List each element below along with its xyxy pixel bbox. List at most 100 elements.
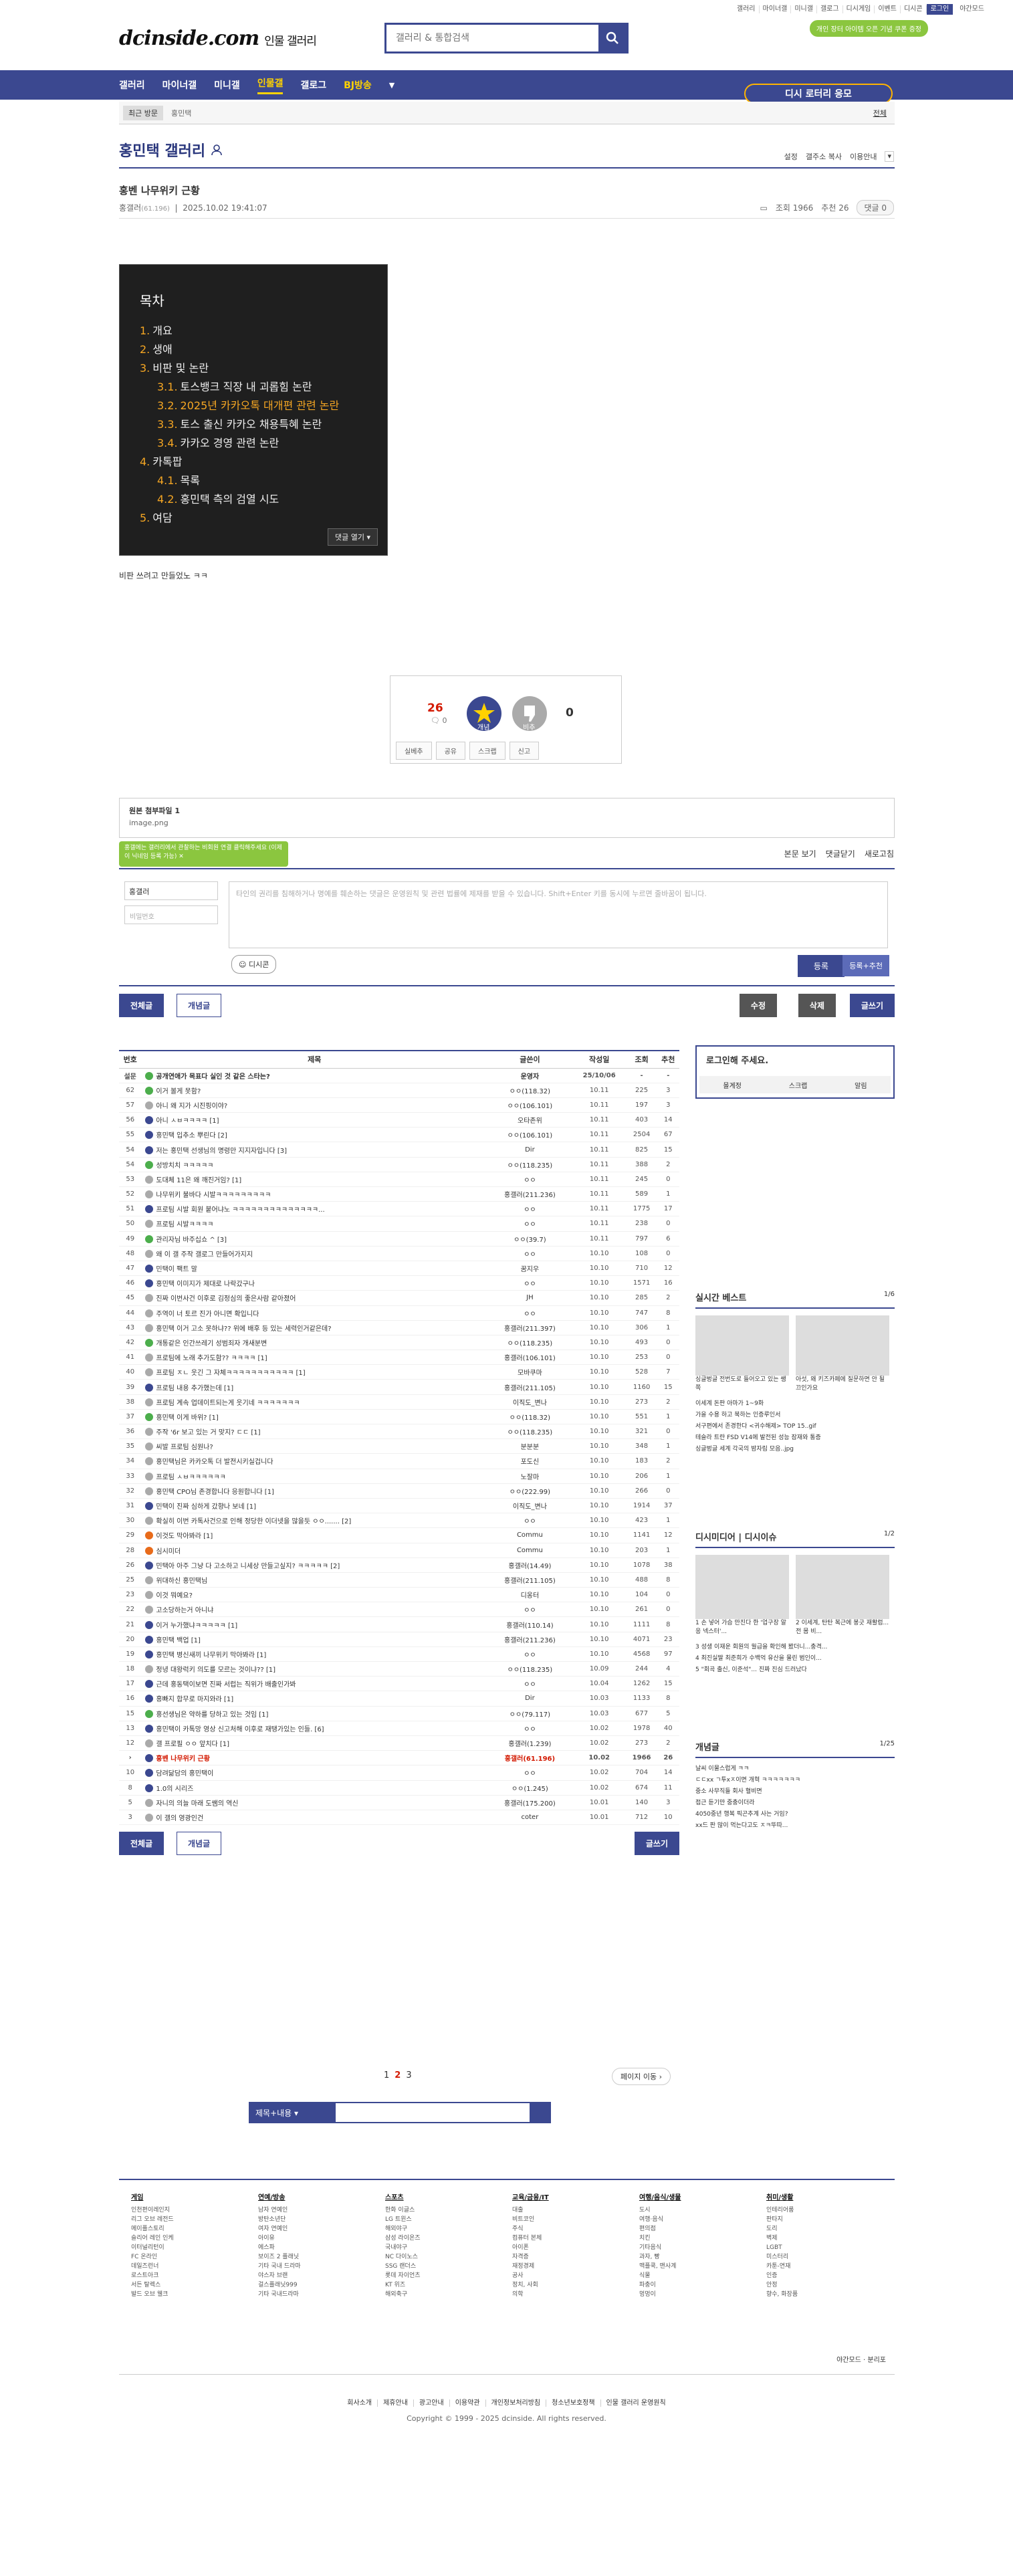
footer-link[interactable]: 인증 (766, 2271, 893, 2280)
row-title[interactable]: 이 갤의 영광인건 (141, 1810, 488, 1826)
best-posts-button[interactable]: 개념글 (177, 994, 222, 1017)
row-writer[interactable]: ㅇㅇ(118.32) (487, 1409, 572, 1425)
dc-media-page[interactable]: 1/2 (884, 1530, 895, 1537)
util-link[interactable]: 미니갤 (791, 5, 817, 13)
table-row[interactable]: 17 근데 홍동택이보면 진짜 서럽는 직위가 배출인가봐 ㅇㅇ 10.04 1262 1… (119, 1676, 679, 1692)
table-row[interactable]: 19 홍민택 병신새끼 나무위키 막아봐라 [1] ㅇㅇ 10.10 4568 97 (119, 1646, 679, 1662)
row-title-text[interactable]: 프로팀 시발 회원 붙어냐노 ㅋㅋㅋㅋㅋㅋㅋㅋㅋㅋㅋㅋㅋㅋ... (156, 1206, 324, 1214)
row-title[interactable]: 민택이 팩트 말 (141, 1261, 488, 1277)
footer-link[interactable]: 방탄소년단 (258, 2215, 385, 2224)
row-title[interactable]: 고소당하는거 아니냐 (141, 1602, 488, 1618)
edit-button[interactable]: 수정 (739, 994, 777, 1017)
footer-column-title[interactable]: 연예/방송 (258, 2193, 385, 2203)
row-title-text[interactable]: 홍벤 나무위키 근황 (156, 1755, 210, 1763)
toc-item[interactable]: 4.1. 목록 (140, 471, 339, 490)
thumb-card[interactable]: 2 이세계, 탄탄 복근에 봉긋 재활럼... 전 몸 비... (796, 1555, 889, 1636)
row-writer[interactable]: JH (487, 1290, 572, 1306)
table-row[interactable]: 52 나무위키 불바다 시발ㅋㅋㅋㅋㅋㅋㅋㅋㅋ 홍갤러(211.236) 10.11 5… (119, 1186, 679, 1202)
footer-link[interactable]: KT 위즈 (385, 2280, 512, 2290)
footer-bottom-link[interactable]: 회사소개 (342, 2399, 378, 2407)
row-title-text[interactable]: 민택이 진짜 심하게 갔향나 보네 [1] (156, 1503, 256, 1511)
nav-item[interactable]: 미니갤 (214, 78, 240, 92)
footer-bottom-link[interactable]: 인물 갤러리 운영원칙 (601, 2399, 671, 2407)
open-comments-button[interactable]: 댓글 열기 ▾ (327, 528, 378, 546)
row-title[interactable]: 씨발 프로팀 심원나? (141, 1438, 488, 1455)
row-writer[interactable]: Commu (487, 1527, 572, 1543)
row-title-text[interactable]: 1.0의 시리즈 (156, 1786, 193, 1793)
util-link[interactable]: 디시게임 (843, 5, 875, 13)
footer-link[interactable]: 판타지 (766, 2215, 893, 2224)
table-row[interactable]: 48 왜 이 갤 주작 갤로그 만들어가지지 ㅇㅇ 10.10 108 0 (119, 1246, 679, 1261)
row-title-text[interactable]: 민택아 아주 그냥 다 고소하고 니세상 만들고싶지? ㅋㅋㅋㅋㅋ [2] (156, 1563, 340, 1570)
footer-link[interactable]: 메이플스토리 (131, 2224, 258, 2234)
table-row[interactable]: 54 저는 홍민택 선생님의 명령만 지지자입니다 [3] Dir 10.11 825 1… (119, 1142, 679, 1158)
search-type-select[interactable]: 제목+내용 ▾ (249, 2102, 334, 2123)
table-row[interactable]: 41 프로팀에 노래 추가도함?? ㅋㅋㅋㅋ [1] 홍갤러(106.101) 10.… (119, 1350, 679, 1366)
row-writer[interactable]: Dir (487, 1691, 572, 1707)
row-title[interactable]: 심시미더 (141, 1543, 488, 1558)
footer-link[interactable]: 인천편이레인지 (131, 2206, 258, 2215)
footer-link[interactable]: 의학 (512, 2290, 639, 2299)
row-writer[interactable]: ㅇㅇ (487, 1676, 572, 1692)
row-title[interactable]: 홍민택 이미지가 제대로 나락갔구나 (141, 1275, 488, 1291)
footer-link[interactable]: 주식 (512, 2224, 639, 2234)
row-writer[interactable]: ㅇㅇ(118.235) (487, 1424, 572, 1440)
footer-link[interactable]: 인테리어룸 (766, 2206, 893, 2215)
footer-link[interactable]: 향수, 화장품 (766, 2290, 893, 2299)
footer-link[interactable]: 서든 탈렉스 (131, 2280, 258, 2290)
row-title[interactable]: 진짜 이번사건 이후로 김정심의 좋은사람 같아졌어 (141, 1290, 488, 1306)
footer-link[interactable]: 멍멍이 (639, 2290, 766, 2299)
footer-bottom-link[interactable]: 청소년보호정책 (546, 2399, 601, 2407)
footer-bottom-link[interactable]: 제휴안내 (378, 2399, 414, 2407)
row-title[interactable]: 도대체 11은 왜 깨진거임? [1] (141, 1172, 488, 1188)
row-writer[interactable]: ㅇㅇ(222.99) (487, 1483, 572, 1499)
menu-dropdown-icon[interactable]: ▾ (885, 151, 894, 162)
list-search-button[interactable] (531, 2102, 551, 2123)
page-link[interactable]: 2 (395, 2070, 401, 2080)
row-title-text[interactable]: 홍선생님은 약하를 당하고 있는 것임 [1] (156, 1711, 268, 1719)
row-title-text[interactable]: 홍민택 CPO님 존경합니다 응원합니다 [1] (156, 1489, 274, 1496)
row-writer[interactable]: 이직도_변나 (487, 1498, 572, 1514)
util-link[interactable]: 이벤트 (875, 5, 901, 13)
row-title-text[interactable]: 아니 ㅅㅂㅋㅋㅋㅋ [1] (156, 1117, 219, 1125)
table-row[interactable]: 29 이것도 막아봐라 [1] Commu 10.10 1141 12 (119, 1527, 679, 1543)
side-list-item[interactable]: 4 최진실딸 최준희가 수백억 유산을 물린 범인이... (695, 1653, 895, 1665)
row-title[interactable]: 이거 볼게 못함? (141, 1083, 488, 1098)
row-title[interactable]: 저는 홍민택 선생님의 명령만 지지자입니다 [3] (141, 1142, 488, 1158)
night-mode-toggle[interactable]: 야간모드 · 분리포 (836, 2354, 886, 2364)
row-title-text[interactable]: 심시미더 (156, 1548, 181, 1555)
row-writer[interactable]: ㅇㅇ (487, 1216, 572, 1232)
row-title[interactable]: 프로팀 ㅅㅂㅋㅋㅋㅋㅋㅋ (141, 1469, 488, 1484)
row-title-text[interactable]: 아니 왜 지가 시진핑이야? (156, 1103, 227, 1110)
util-link[interactable]: 갤러리 (734, 5, 760, 13)
row-title[interactable]: 프로팀 ㅈㄴ 웃긴 그 자체ㅋㅋㅋㅋㅋㅋㅋㅋㅋㅋㅋ [1] (141, 1364, 488, 1380)
all-posts-button-bottom[interactable]: 전체글 (119, 1832, 164, 1856)
post-author[interactable]: 홍갤러 (119, 203, 141, 213)
row-title-text[interactable]: 홍민택 입추소 뿌린다 [2] (156, 1132, 227, 1140)
row-writer[interactable]: ㅇㅇ (487, 1513, 572, 1529)
lottery-button[interactable]: 디시 로터리 응모 (744, 84, 893, 104)
row-title[interactable]: 갤 프로필 ㅇㅇ 앞치다 [1] (141, 1735, 488, 1751)
login-option[interactable]: 알림 (855, 1080, 867, 1090)
footer-bottom-link[interactable]: 개인정보처리방침 (485, 2399, 547, 2407)
footer-link[interactable]: 컴퓨터 본체 (512, 2234, 639, 2243)
row-title-text[interactable]: 공개연애가 목표다 실인 것 같은 스타는? (156, 1073, 269, 1081)
row-writer[interactable]: 운영자 (487, 1068, 572, 1083)
row-title-text[interactable]: 주역이 너 토르 진가 아니면 확입니다 (156, 1311, 259, 1318)
row-title[interactable]: 홍선생님은 약하를 당하고 있는 것임 [1] (141, 1706, 488, 1721)
side-list-item[interactable]: 싱글벙글 세계 각국의 밤자림 모음..jpg (695, 1444, 895, 1455)
row-title-text[interactable]: 프로팀 시발ㅋㅋㅋㅋ (156, 1221, 213, 1228)
table-row[interactable]: 34 홍민택님은 카카오톡 더 발전시키실겁니다 포도신 10.10 183 2 (119, 1453, 679, 1469)
row-title[interactable]: 정녕 대왕럭키 의도를 모르는 것이냐?? [1] (141, 1661, 488, 1677)
row-title[interactable]: 프로팀 시발 회원 붙어냐노 ㅋㅋㅋㅋㅋㅋㅋㅋㅋㅋㅋㅋㅋㅋ... (141, 1201, 488, 1217)
nickname-field[interactable]: 홍갤러 (124, 881, 218, 900)
table-row[interactable]: 25 위대하신 홍민택님 홍갤러(211.105) 10.10 488 8 (119, 1572, 679, 1588)
footer-link[interactable]: 야스자 브랜 (258, 2271, 385, 2280)
footer-link[interactable]: 비트코인 (512, 2215, 639, 2224)
footer-link[interactable]: LGBT (766, 2243, 893, 2252)
row-writer[interactable]: ㅇㅇ (487, 1721, 572, 1736)
row-title[interactable]: 나무위키 불바다 시발ㅋㅋㅋㅋㅋㅋㅋㅋㅋ (141, 1186, 488, 1202)
footer-link[interactable]: 삼성 라이온즈 (385, 2234, 512, 2243)
row-writer[interactable]: ㅇㅇ (487, 1305, 572, 1321)
table-row[interactable]: 47 민택이 팩트 말 꿈지우 10.10 710 12 (119, 1261, 679, 1277)
